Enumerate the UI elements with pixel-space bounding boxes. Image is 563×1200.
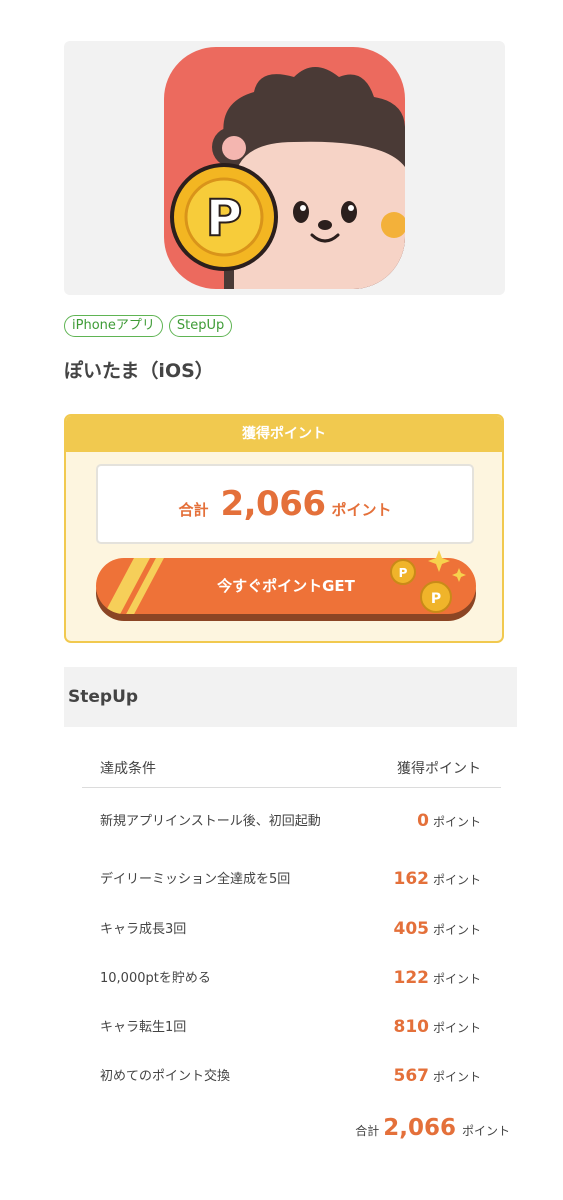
table-row: 10,000ptを貯める 122 ポイント (82, 954, 501, 1002)
row-points: 567 ポイント (393, 1066, 481, 1086)
app-icon-hedgehog: P (164, 47, 405, 289)
table-row: 新規アプリインストール後、初回起動 0 ポイント (82, 788, 501, 854)
svg-text:P: P (431, 591, 441, 607)
table-header: 達成条件 獲得ポイント (82, 748, 501, 788)
grand-total-value: 2,066 (383, 1115, 456, 1141)
row-condition: 初めてのポイント交換 (100, 1068, 231, 1084)
row-condition: 10,000ptを貯める (100, 970, 211, 986)
row-condition: キャラ成長3回 (100, 921, 187, 937)
sparkle-icon (428, 550, 450, 572)
grand-total: 合計 2,066 ポイント (340, 1115, 510, 1141)
points-panel: 獲得ポイント 合計 2,066 ポイント 今すぐポイントGET P P (64, 414, 504, 643)
app-tags: iPhoneアプリ StepUp (64, 315, 233, 337)
table-row: 初めてのポイント交換 567 ポイント (82, 1052, 501, 1100)
tag-platform[interactable]: iPhoneアプリ (64, 315, 163, 337)
coin-p-icon: P P (390, 550, 466, 613)
row-points: 405 ポイント (393, 919, 481, 939)
total-label: 合計 (178, 501, 209, 519)
row-points: 162 ポイント (393, 869, 481, 889)
app-title: ぽいたま（iOS） (64, 360, 214, 382)
svg-text:P: P (399, 566, 408, 580)
svg-text:P: P (206, 189, 243, 247)
tag-stepup[interactable]: StepUp (168, 315, 233, 337)
row-condition: キャラ転生1回 (100, 1019, 187, 1035)
grand-total-unit: ポイント (461, 1124, 510, 1138)
row-points: 810 ポイント (393, 1017, 481, 1037)
get-points-button[interactable]: 今すぐポイントGET P P (96, 550, 476, 621)
app-hero-banner: P (64, 41, 505, 295)
table-row: キャラ転生1回 810 ポイント (82, 1002, 501, 1052)
stepup-table: 達成条件 獲得ポイント 新規アプリインストール後、初回起動 0 ポイント デイリー… (82, 748, 501, 1100)
total-value: 2,066 (220, 484, 326, 524)
total-points-card: 合計 2,066 ポイント (96, 464, 474, 544)
row-points: 122 ポイント (393, 968, 481, 988)
column-condition: 達成条件 (100, 760, 156, 777)
table-row: キャラ成長3回 405 ポイント (82, 904, 501, 954)
row-condition: 新規アプリインストール後、初回起動 (100, 813, 321, 829)
total-unit: ポイント (331, 501, 392, 519)
table-row: デイリーミッション全達成を5回 162 ポイント (82, 854, 501, 904)
row-condition: デイリーミッション全達成を5回 (100, 871, 291, 887)
points-panel-header: 獲得ポイント (66, 416, 502, 452)
stepup-section-title: StepUp (64, 667, 517, 727)
column-points: 獲得ポイント (397, 760, 481, 777)
grand-total-label: 合計 (355, 1124, 380, 1138)
row-points: 0 ポイント (417, 811, 481, 831)
